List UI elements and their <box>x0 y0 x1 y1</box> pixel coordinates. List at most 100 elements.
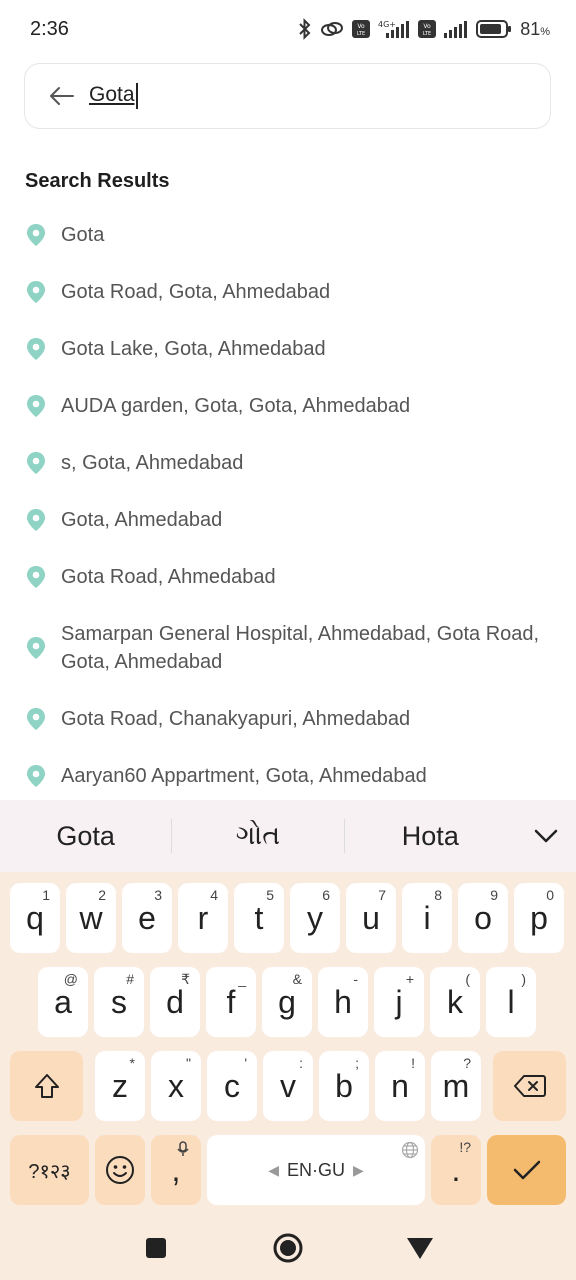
backspace-icon <box>513 1075 546 1097</box>
key-i[interactable]: i8 <box>402 883 452 953</box>
signal-icon <box>444 19 468 39</box>
search-result-item[interactable]: Gota Road, Gota, Ahmedabad <box>24 263 564 320</box>
search-result-item[interactable]: Gota <box>24 206 564 263</box>
key-hint: 5 <box>266 887 274 903</box>
text-caret <box>135 83 138 110</box>
key-row-1: q1w2e3r4t5y6u7i8o9p0 <box>0 883 576 953</box>
suggestion-3[interactable]: Hota <box>345 821 516 852</box>
search-result-item[interactable]: Gota Road, Chanakyapuri, Ahmedabad <box>24 690 564 747</box>
key-t[interactable]: t5 <box>234 883 284 953</box>
volte-icon-2: Vo LTE <box>418 20 437 38</box>
key-l[interactable]: l) <box>486 967 536 1037</box>
search-result-item[interactable]: Samarpan General Hospital, Ahmedabad, Go… <box>24 605 564 690</box>
key-label: a <box>54 983 72 1020</box>
key-j[interactable]: j + <box>374 967 424 1037</box>
key-hint: ; <box>355 1055 359 1071</box>
key-hint: 3 <box>154 887 162 903</box>
key-row-3: z * x " c ' v: b; n! m? <box>0 1051 576 1121</box>
key-label: f <box>226 983 236 1020</box>
key-d[interactable]: d ₹ <box>150 967 200 1037</box>
key-hint: ( <box>465 971 470 987</box>
key-hint: ! <box>411 1055 415 1071</box>
key-hint: 6 <box>322 887 330 903</box>
symbols-key[interactable]: ?१२३ <box>10 1135 89 1205</box>
key-hint: _ <box>238 971 246 987</box>
navigation-bar <box>0 1215 576 1280</box>
key-v[interactable]: v: <box>263 1051 313 1121</box>
space-key[interactable]: ◀ EN·GU ▶ <box>207 1135 425 1205</box>
svg-text:LTE: LTE <box>423 31 431 37</box>
search-result-item[interactable]: Gota Road, Ahmedabad <box>24 548 564 605</box>
comma-key[interactable]: , <box>151 1135 201 1205</box>
home-button[interactable] <box>268 1228 308 1268</box>
suggestion-2[interactable]: ગોત <box>172 820 343 852</box>
status-time: 2:36 <box>30 17 69 40</box>
search-result-item[interactable]: Gota Lake, Gota, Ahmedabad <box>24 320 564 377</box>
bluetooth-icon <box>298 18 312 40</box>
key-hint: ' <box>244 1055 247 1071</box>
key-label: d <box>166 983 184 1020</box>
key-s[interactable]: s # <box>94 967 144 1037</box>
key-hint: " <box>186 1055 191 1071</box>
emoji-key[interactable] <box>95 1135 145 1205</box>
backspace-key[interactable] <box>493 1051 566 1121</box>
comma-label: , <box>171 1151 181 1188</box>
key-hint: ₹ <box>181 971 190 987</box>
key-k[interactable]: k( <box>430 967 480 1037</box>
key-hint: ) <box>521 971 526 987</box>
back-button[interactable] <box>400 1228 440 1268</box>
key-label: w <box>79 899 103 936</box>
key-c[interactable]: c ' <box>207 1051 257 1121</box>
status-icons: Vo LTE 4G+ Vo LTE 81% <box>298 18 550 40</box>
key-g[interactable]: g & <box>262 967 312 1037</box>
key-e[interactable]: e3 <box>122 883 172 953</box>
key-label: m <box>442 1067 470 1104</box>
key-hint: 1 <box>42 887 50 903</box>
search-result-item[interactable]: AUDA garden, Gota, Gota, Ahmedabad <box>24 377 564 434</box>
location-pin-icon <box>24 393 48 419</box>
key-z[interactable]: z * <box>95 1051 145 1121</box>
key-label: u <box>362 899 380 936</box>
enter-key[interactable] <box>487 1135 566 1205</box>
search-result-label: AUDA garden, Gota, Gota, Ahmedabad <box>61 394 411 417</box>
key-b[interactable]: b; <box>319 1051 369 1121</box>
search-result-label: Gota Lake, Gota, Ahmedabad <box>61 337 326 360</box>
key-label: x <box>168 1067 184 1104</box>
key-r[interactable]: r4 <box>178 883 228 953</box>
search-input[interactable]: Gota <box>89 83 138 110</box>
period-key[interactable]: . !? <box>431 1135 481 1205</box>
key-f[interactable]: f _ <box>206 967 256 1037</box>
key-hint: 8 <box>434 887 442 903</box>
location-pin-icon <box>24 450 48 476</box>
key-label: z <box>112 1067 128 1104</box>
key-x[interactable]: x " <box>151 1051 201 1121</box>
key-o[interactable]: o9 <box>458 883 508 953</box>
key-n[interactable]: n! <box>375 1051 425 1121</box>
triangle-back-icon <box>407 1237 433 1259</box>
key-label: i <box>423 899 431 936</box>
key-a[interactable]: a @ <box>38 967 88 1037</box>
search-query-text: Gota <box>89 82 135 106</box>
key-m[interactable]: m? <box>431 1051 481 1121</box>
key-q[interactable]: q1 <box>10 883 60 953</box>
back-arrow-icon[interactable] <box>47 82 75 110</box>
key-u[interactable]: u7 <box>346 883 396 953</box>
key-w[interactable]: w2 <box>66 883 116 953</box>
key-hint: 9 <box>490 887 498 903</box>
key-hint: 0 <box>546 887 554 903</box>
search-result-item[interactable]: Aaryan60 Appartment, Gota, Ahmedabad <box>24 747 564 804</box>
collapse-suggestions-button[interactable] <box>516 829 576 843</box>
battery-percent: 81% <box>520 18 550 39</box>
status-bar: 2:36 Vo LTE 4G+ Vo LTE 81% <box>0 0 576 58</box>
key-label: y <box>307 899 323 936</box>
search-result-item[interactable]: s, Gota, Ahmedabad <box>24 434 564 491</box>
suggestion-1[interactable]: Gota <box>0 821 171 852</box>
key-hint: 2 <box>98 887 106 903</box>
emoji-icon <box>106 1156 134 1184</box>
shift-key[interactable] <box>10 1051 83 1121</box>
search-result-item[interactable]: Gota, Ahmedabad <box>24 491 564 548</box>
key-h[interactable]: h- <box>318 967 368 1037</box>
key-y[interactable]: y6 <box>290 883 340 953</box>
key-p[interactable]: p0 <box>514 883 564 953</box>
recents-button[interactable] <box>136 1228 176 1268</box>
